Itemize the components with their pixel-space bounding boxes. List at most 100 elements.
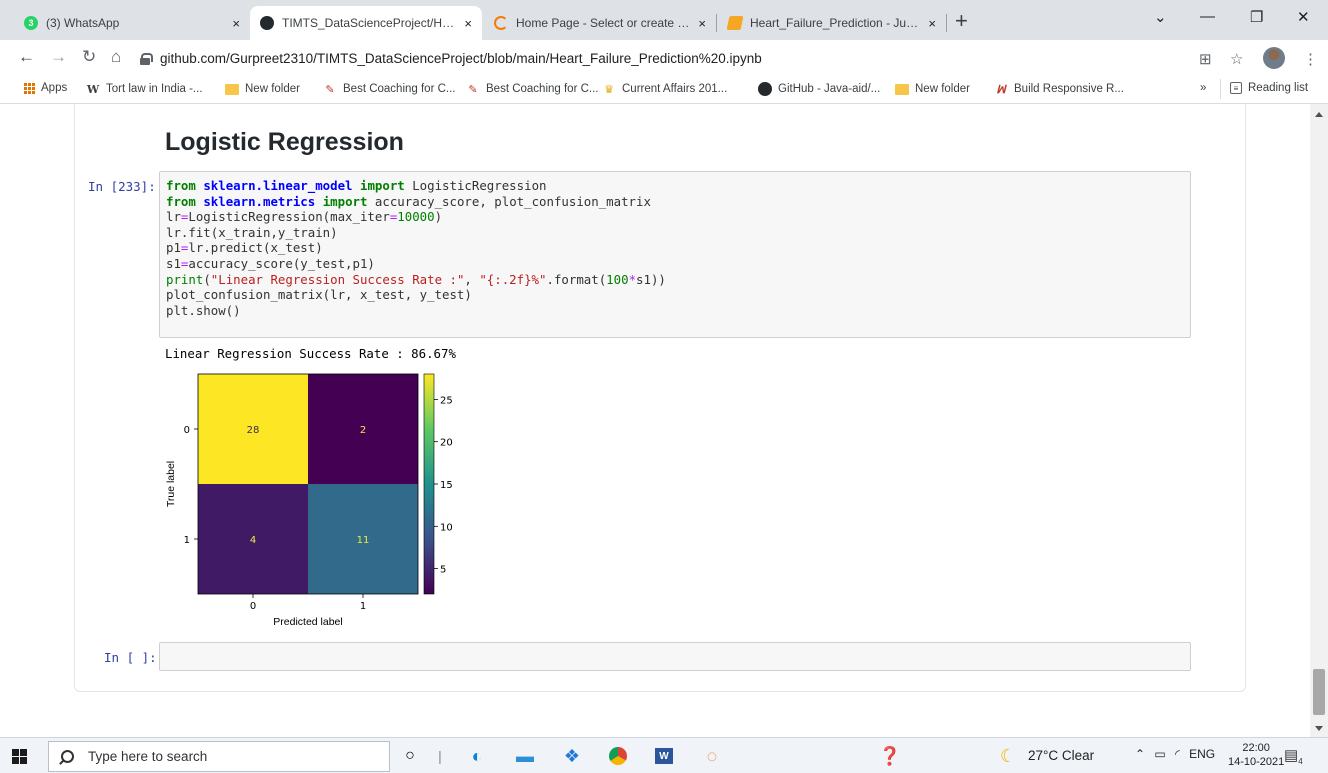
tab-home-page[interactable]: Home Page - Select or create a n × [484,6,716,40]
translate-icon[interactable]: ⊞ [1199,50,1212,68]
chrome-icon[interactable] [606,745,630,767]
bookmark-tort-law[interactable]: W Tort law in India -... [86,82,203,96]
cell-value-label: 28 [247,425,260,436]
system-tray[interactable]: ⌃ ▭ ◜ ENG [1135,747,1215,761]
tab-search-icon[interactable]: ⌄ [1154,8,1167,26]
bookmarks-bar: Apps W Tort law in India -... New folder… [0,76,1328,104]
close-tab-icon[interactable]: × [698,16,706,31]
bookmark-star-icon[interactable]: ☆ [1230,50,1243,68]
folder-icon [225,82,239,96]
menu-icon[interactable]: ⋮ [1303,50,1318,68]
reading-list-icon: ≡ [1230,82,1242,94]
windows-start-icon[interactable] [12,749,27,764]
task-view-icon[interactable]: | [428,745,452,767]
close-tab-icon[interactable]: × [232,16,240,31]
y-tick-label: 0 [184,425,190,436]
x-axis-label: Predicted label [273,616,342,628]
bookmark-label: Tort law in India -... [106,83,203,95]
empty-cell-prompt: In [ ]: [104,650,157,665]
code-line: p1=lr.predict(x_test) [166,240,323,256]
tab-whatsapp[interactable]: 3 (3) WhatsApp × [14,6,250,40]
section-heading: Logistic Regression [165,128,404,156]
github-icon [260,16,274,30]
page-content: Logistic Regression In [233]: from sklea… [0,104,1310,737]
bookmark-label: Apps [41,82,68,94]
confusion-matrix-plot: 28 24 11 0 101Predicted labelTrue label 510… [165,373,453,628]
empty-code-cell[interactable] [159,642,1191,671]
battery-icon[interactable]: ▭ [1154,747,1165,761]
code-line: lr.fit(x_train,y_train) [166,224,338,240]
pen-icon: ✎ [325,83,335,96]
scroll-up-icon[interactable] [1315,112,1323,117]
new-tab-button[interactable]: + [955,10,968,32]
cell-value-label: 2 [360,425,366,436]
bookmark-label: GitHub - Java-aid/... [778,83,881,95]
profile-avatar[interactable] [1263,47,1285,69]
page-scrollbar[interactable] [1310,104,1328,737]
tab-separator [716,14,717,32]
close-tab-icon[interactable]: × [928,16,936,31]
tab-separator [946,14,947,32]
bookmark-new-folder-2[interactable]: New folder [895,82,970,96]
bookmark-current-affairs[interactable]: ♛ Current Affairs 201... [602,82,727,96]
scroll-down-icon[interactable] [1315,726,1323,731]
bookmark-best-coaching-2[interactable]: ✎ Best Coaching for C... [466,82,598,96]
taskbar-search-box[interactable]: Type here to search [48,741,390,772]
tab-title: TIMTS_DataScienceProject/Heart_ [282,16,457,30]
weather-text[interactable]: 27°C Clear [1028,748,1094,763]
search-icon [61,750,74,763]
tab-jupyter[interactable]: Heart_Failure_Prediction - Jupyte × [718,6,946,40]
bookmark-build-responsive[interactable]: ꟽ Build Responsive R... [994,82,1124,96]
clock-date: 14-10-2021 [1228,756,1285,768]
bookmarks-overflow-button[interactable]: » [1200,82,1206,94]
dropbox-icon[interactable]: ❖ [560,745,584,767]
y-axis-label: True label [165,461,177,507]
file-explorer-icon[interactable]: ▬ [513,745,537,767]
cortana-icon[interactable]: ○ [398,745,422,767]
folder-icon [895,82,909,96]
tab-title: (3) WhatsApp [46,16,120,30]
word-icon[interactable]: W [652,745,676,767]
language-indicator[interactable]: ENG [1189,747,1215,761]
edge-icon[interactable]: ◐ [465,745,489,767]
close-tab-icon[interactable]: × [464,16,472,31]
windows-taskbar: Type here to search ○ | ◐ ▬ ❖ W ◌ ❓ ☾ 27… [0,737,1328,773]
taskbar-clock[interactable]: 22:00 14-10-2021 [1228,741,1284,769]
tab-title: Home Page - Select or create a n [516,16,691,30]
scrollbar-thumb[interactable] [1313,669,1325,715]
bookmark-apps[interactable]: Apps [24,82,67,94]
tab-github[interactable]: TIMTS_DataScienceProject/Heart_ × [250,6,482,40]
code-cell[interactable]: from sklearn.linear_model import Logisti… [159,171,1191,338]
back-icon[interactable]: ← [18,48,35,66]
reading-list-button[interactable]: ≡ Reading list [1230,82,1308,94]
lock-icon [140,52,153,65]
minimize-icon[interactable]: — [1200,8,1215,25]
x-tick-label: 0 [250,601,256,612]
colorbar-tick-label: 5 [440,565,446,576]
forward-icon[interactable]: → [50,48,67,66]
bookmark-label: New folder [915,83,970,95]
notification-center-icon[interactable]: ▤4 [1284,746,1303,766]
bookmark-best-coaching-1[interactable]: ✎ Best Coaching for C... [323,82,455,96]
apps-grid-icon [24,82,35,94]
jupyter-icon [726,16,744,30]
cell-prompt: In [233]: [88,179,156,194]
tab-title: Heart_Failure_Prediction - Jupyte [750,16,921,30]
reload-icon[interactable]: ↻ [82,48,96,66]
loading-icon [494,16,508,30]
help-icon[interactable]: ❓ [878,745,902,767]
bookmark-label: New folder [245,83,300,95]
bookmark-new-folder[interactable]: New folder [225,82,300,96]
cell-value-label: 11 [357,535,370,546]
x-tick-label: 1 [360,601,366,612]
bookmark-github-java-aid[interactable]: GitHub - Java-aid/... [758,82,880,96]
close-window-icon[interactable]: ✕ [1297,8,1310,26]
app-loading-icon[interactable]: ◌ [700,745,724,767]
notification-count: 4 [1298,757,1303,766]
wifi-icon[interactable]: ◜ [1175,747,1180,761]
restore-icon[interactable]: ❐ [1250,8,1263,26]
home-icon[interactable]: ⌂ [111,48,121,66]
whatsapp-icon: 3 [24,16,38,30]
address-bar[interactable]: github.com/Gurpreet2310/TIMTS_DataScienc… [140,45,1260,72]
tray-chevron-icon[interactable]: ⌃ [1135,747,1145,761]
